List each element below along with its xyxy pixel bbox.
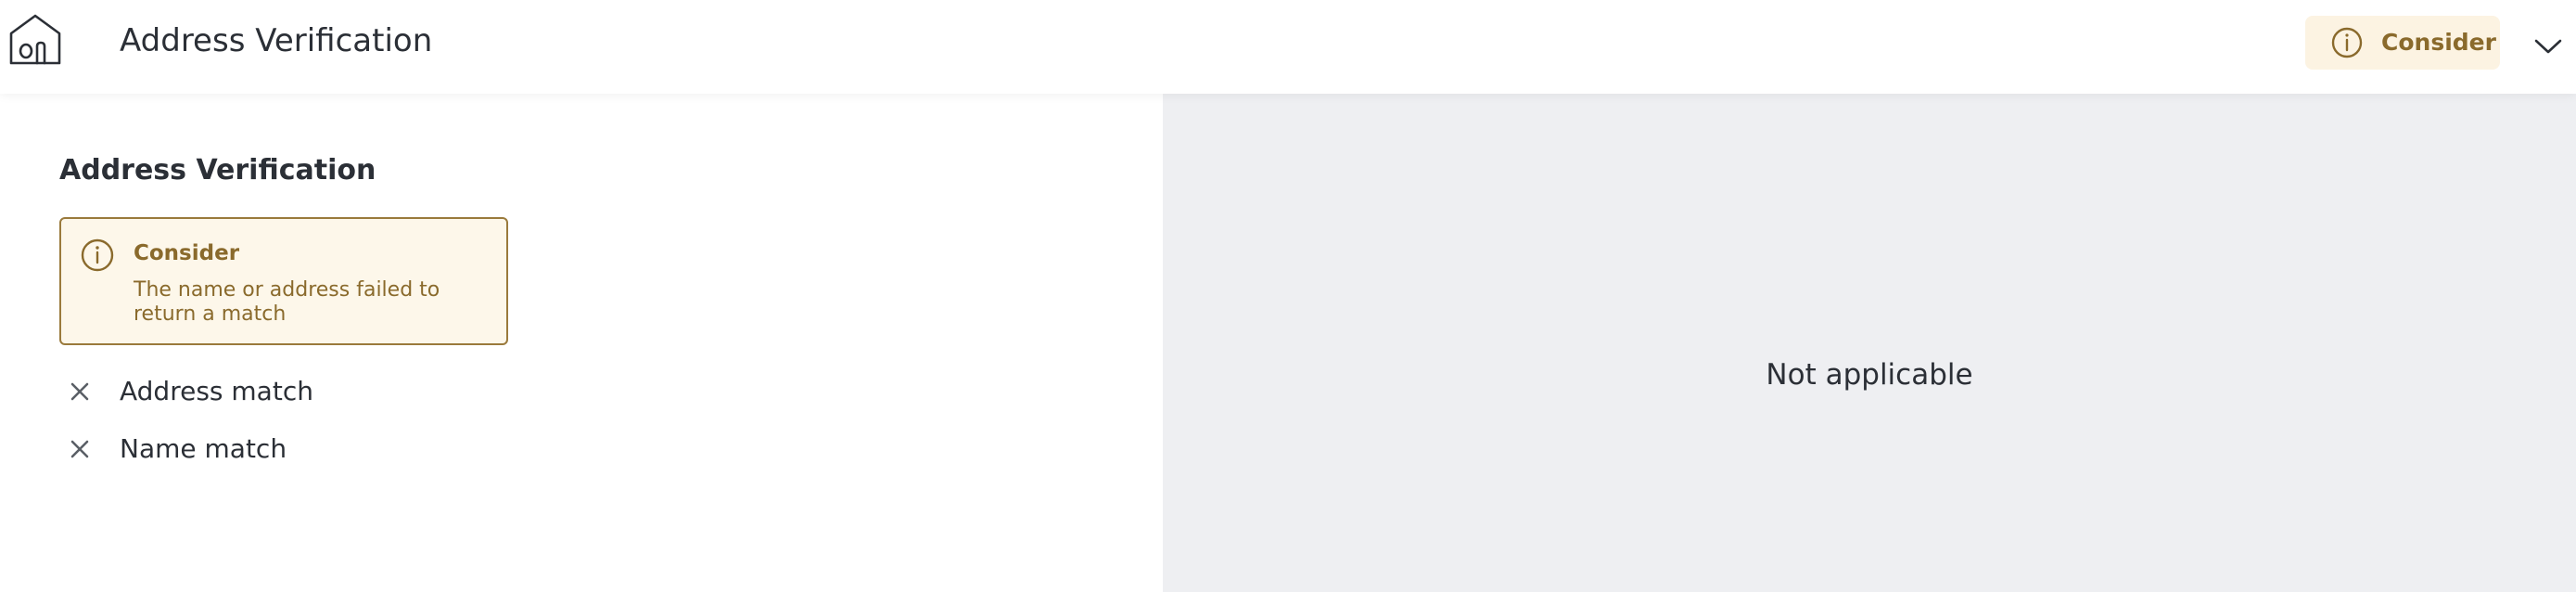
document-preview-panel: Not applicable bbox=[1163, 94, 2576, 592]
house-logo-icon[interactable] bbox=[7, 11, 63, 67]
alert-message: The name or address failed to return a m… bbox=[134, 278, 440, 326]
check-item-name-match: Name match bbox=[59, 431, 616, 468]
check-label: Address match bbox=[120, 376, 313, 406]
verification-details-panel: Address Verification Consider The name o… bbox=[0, 94, 1163, 592]
status-badge-label: Consider bbox=[2381, 29, 2496, 56]
info-circle-icon bbox=[2330, 26, 2364, 59]
page-title: Address Verification bbox=[120, 22, 433, 59]
x-icon bbox=[70, 439, 90, 459]
not-applicable-message: Not applicable bbox=[1766, 358, 1973, 392]
header-bar: Address Verification Consider bbox=[0, 0, 2576, 94]
alert-title: Consider bbox=[134, 241, 240, 265]
section-title: Address Verification bbox=[59, 154, 376, 187]
status-badge: Consider bbox=[2305, 16, 2500, 70]
check-item-address-match: Address match bbox=[59, 373, 616, 410]
info-circle-icon bbox=[80, 238, 115, 273]
x-icon bbox=[70, 381, 90, 402]
chevron-down-icon[interactable] bbox=[2532, 32, 2564, 59]
check-label: Name match bbox=[120, 433, 287, 464]
consider-alert: Consider The name or address failed to r… bbox=[59, 217, 508, 345]
